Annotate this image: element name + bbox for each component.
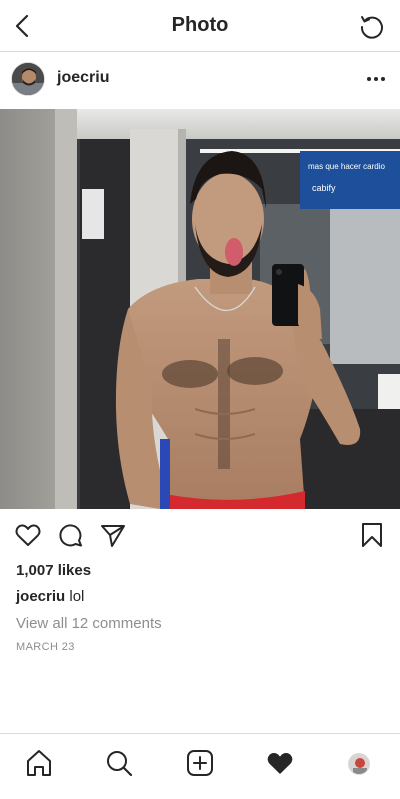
post-actions	[0, 509, 400, 561]
svg-text:mas que hacer cardio: mas que hacer cardio	[308, 162, 385, 171]
bookmark-icon[interactable]	[358, 521, 386, 549]
view-comments-link[interactable]: View all 12 comments	[16, 615, 162, 632]
more-horizontal-icon[interactable]	[366, 76, 386, 82]
post-photo[interactable]: mas que hacer cardio cabify	[0, 109, 400, 509]
comment-icon[interactable]	[56, 521, 84, 549]
post-photo-image: mas que hacer cardio cabify	[0, 109, 400, 509]
heart-outline-icon[interactable]	[14, 521, 42, 549]
photo-detail-screen: Photo joecriu mas que hacer cardio cabif…	[0, 0, 400, 799]
caption-text: lol	[69, 588, 85, 605]
send-icon[interactable]	[99, 521, 127, 549]
activity-heart-icon[interactable]	[265, 748, 295, 778]
avatar[interactable]	[11, 62, 45, 96]
svg-text:cabify: cabify	[312, 183, 336, 193]
likes-count[interactable]: 1,007 likes	[16, 562, 91, 579]
post-username[interactable]: joecriu	[57, 69, 109, 87]
post-caption: joecriu lol	[16, 588, 84, 605]
new-post-icon[interactable]	[185, 748, 215, 778]
top-nav-bar: Photo	[0, 0, 400, 52]
home-icon[interactable]	[24, 748, 54, 778]
refresh-icon[interactable]	[358, 12, 386, 40]
profile-avatar[interactable]	[348, 753, 370, 775]
search-icon[interactable]	[104, 748, 134, 778]
page-title: Photo	[171, 14, 229, 36]
bottom-tab-bar	[0, 733, 400, 799]
post-header: joecriu	[0, 52, 400, 108]
post-date: MARCH 23	[16, 641, 75, 653]
caption-username[interactable]: joecriu	[16, 588, 65, 605]
chevron-left-icon[interactable]	[10, 12, 36, 40]
